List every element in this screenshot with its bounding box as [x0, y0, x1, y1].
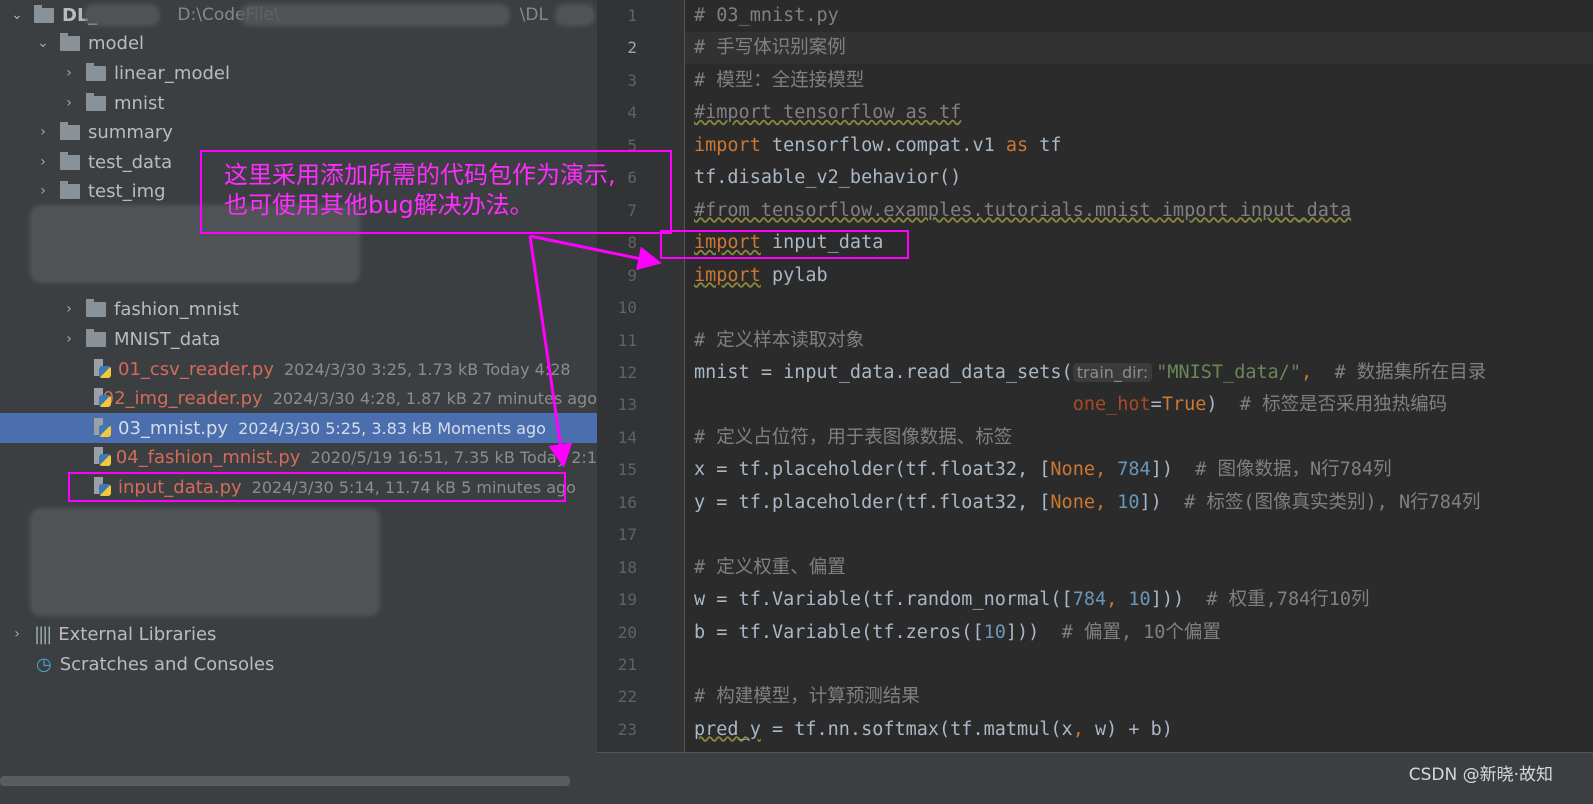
arrow-to-file: [528, 235, 573, 468]
arrow-to-code: [529, 234, 662, 271]
annotation-arrows: [528, 234, 662, 468]
